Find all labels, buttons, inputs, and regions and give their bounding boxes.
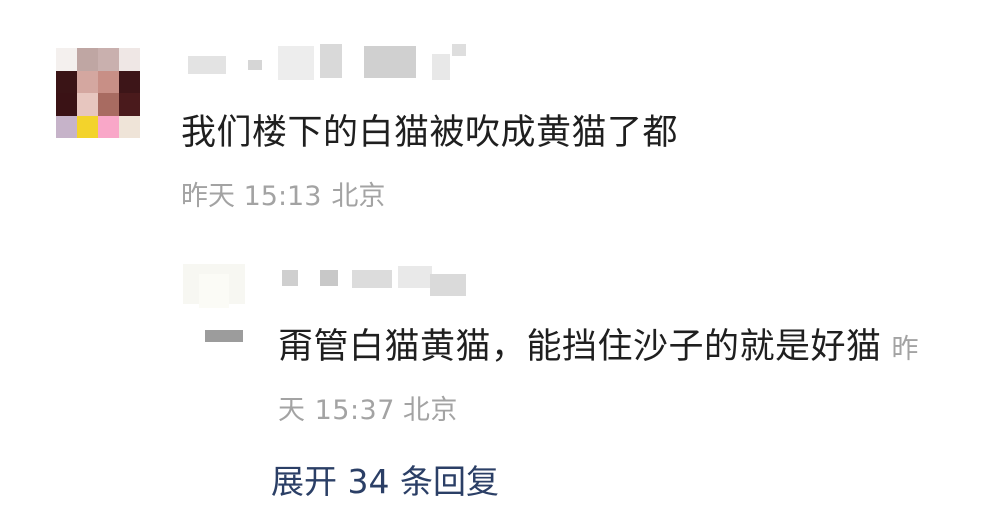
reply-avatar[interactable] bbox=[183, 264, 263, 342]
comment-location: 北京 bbox=[331, 181, 386, 212]
reply-text: 甭管白猫黄猫，能挡住沙子的就是好猫 bbox=[278, 327, 882, 367]
comment: 我们楼下的白猫被吹成黄猫了都 昨天 15:13 北京 bbox=[0, 0, 993, 230]
reply-content: 甭管白猫黄猫，能挡住沙子的就是好猫 昨天 15:37 北京 bbox=[278, 318, 938, 440]
reply-location: 北京 bbox=[402, 395, 458, 426]
username-pixel bbox=[320, 44, 342, 78]
avatar-pixel bbox=[98, 93, 119, 116]
user-avatar[interactable] bbox=[56, 48, 140, 138]
avatar-pixel bbox=[98, 70, 119, 93]
username-pixel bbox=[432, 54, 450, 80]
avatar-pixel bbox=[199, 274, 229, 308]
avatar-pixel bbox=[77, 48, 98, 71]
expand-replies-link[interactable]: 展开 34 条回复 bbox=[271, 455, 499, 503]
username-pixel bbox=[398, 266, 432, 288]
username-pixel bbox=[282, 270, 298, 286]
avatar-pixel bbox=[56, 70, 77, 93]
avatar-pixel bbox=[77, 70, 98, 93]
username-pixel bbox=[320, 270, 338, 286]
username-pixel bbox=[364, 46, 416, 78]
avatar-pixel bbox=[56, 93, 77, 116]
avatar-pixel bbox=[119, 48, 140, 71]
reply: 甭管白猫黄猫，能挡住沙子的就是好猫 昨天 15:37 北京 bbox=[0, 240, 993, 440]
avatar-pixel bbox=[119, 70, 140, 93]
avatar-pixel bbox=[205, 330, 243, 342]
avatar-pixel bbox=[56, 115, 77, 138]
username-pixel bbox=[352, 270, 392, 288]
avatar-pixel bbox=[119, 93, 140, 116]
username-pixel bbox=[278, 46, 314, 80]
avatar-pixel bbox=[98, 115, 119, 138]
username-pixel bbox=[452, 44, 466, 56]
avatar-pixel bbox=[77, 93, 98, 116]
avatar-pixel bbox=[77, 115, 98, 138]
avatar-pixel bbox=[98, 48, 119, 71]
comment-time: 昨天 15:13 bbox=[181, 181, 322, 212]
avatar-pixel bbox=[56, 48, 77, 71]
username-pixel bbox=[248, 60, 262, 70]
comment-meta: 昨天 15:13 北京 bbox=[181, 174, 385, 213]
username-pixel bbox=[188, 56, 226, 74]
username-blurred[interactable] bbox=[188, 44, 488, 84]
comment-text: 我们楼下的白猫被吹成黄猫了都 bbox=[181, 113, 679, 153]
avatar-pixel bbox=[119, 115, 140, 138]
username-pixel bbox=[430, 274, 466, 296]
reply-username-blurred[interactable] bbox=[280, 266, 480, 306]
